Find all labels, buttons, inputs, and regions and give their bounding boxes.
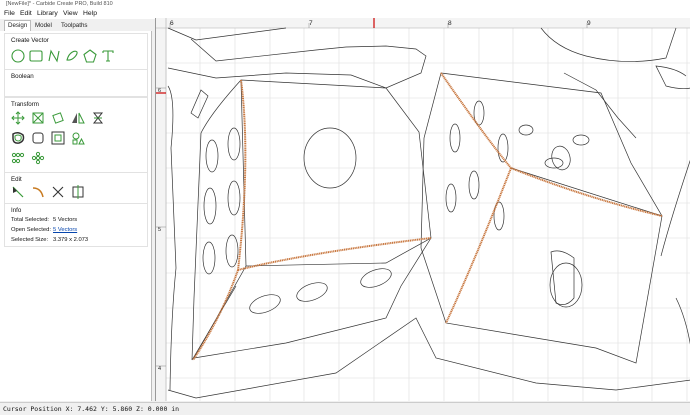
design-canvas[interactable]: 6 7 8 9 6 5 4 [155, 18, 690, 401]
group-icon[interactable] [51, 131, 65, 145]
boolean-section: Boolean [4, 69, 148, 97]
tab-toolpaths[interactable]: Toolpaths [58, 21, 91, 31]
ruler-y-4: 4 [158, 366, 161, 372]
info-total-selected: Total Selected: 5 Vectors [11, 217, 78, 223]
join-icon[interactable] [71, 185, 85, 199]
text-icon[interactable] [101, 49, 115, 63]
design-panel: Create Vector Boolean Transform Edit Inf… [0, 31, 152, 401]
left-ruler [156, 18, 166, 401]
cursor-position: Cursor Position X: 7.462 Y: 5.860 Z: 0.0… [3, 405, 180, 413]
menu-help[interactable]: Help [83, 10, 97, 17]
ruler-x-9: 9 [587, 20, 591, 27]
create-vector-title: Create Vector [11, 37, 49, 44]
rounded-rect-icon[interactable] [31, 131, 45, 145]
ruler-x-8: 8 [448, 20, 452, 27]
curve-icon[interactable] [47, 49, 61, 63]
die-right[interactable] [420, 72, 663, 364]
menu-view[interactable]: View [63, 10, 78, 17]
ruler-x-6: 6 [170, 20, 174, 27]
circle-icon[interactable] [11, 49, 25, 63]
ruler-y-5: 5 [158, 227, 161, 233]
window-title: [NewFile]* - Carbide Create PRO, Build 8… [6, 1, 113, 7]
edit-section: Edit [4, 172, 148, 204]
rectangle-icon[interactable] [29, 49, 43, 63]
mirror-icon[interactable] [71, 111, 85, 125]
info-selected-size: Selected Size: 3.379 x 2.073 [11, 237, 89, 243]
tab-design[interactable]: Design [4, 20, 32, 31]
top-ruler [156, 18, 690, 28]
move-icon[interactable] [11, 111, 25, 125]
align-icon[interactable] [91, 111, 105, 125]
vector-lines[interactable] [167, 27, 690, 399]
info-open-selected: Open Selected: 5 Vectors [11, 227, 78, 233]
menu-file[interactable]: File [4, 10, 15, 17]
menu-library[interactable]: Library [37, 10, 58, 17]
status-bar: Cursor Position X: 7.462 Y: 5.860 Z: 0.0… [0, 402, 690, 415]
edit-title: Edit [11, 176, 22, 183]
boolean-title: Boolean [11, 73, 34, 80]
ruler-x-7: 7 [309, 20, 313, 27]
die-left[interactable] [191, 79, 432, 361]
info-title: Info [11, 207, 22, 214]
info-section: Info Total Selected: 5 Vectors Open Sele… [4, 203, 148, 247]
create-vector-section: Create Vector [4, 33, 148, 70]
tab-model[interactable]: Model [32, 21, 55, 31]
open-selected-link[interactable]: 5 Vectors [53, 227, 77, 233]
rotate-icon[interactable] [51, 111, 65, 125]
node-edit-icon[interactable] [11, 185, 25, 199]
ring-array-icon[interactable] [31, 151, 45, 165]
polygon-icon[interactable] [83, 49, 97, 63]
resize-icon[interactable] [31, 111, 45, 125]
title-bar: [NewFile]* - Carbide Create PRO, Build 8… [0, 0, 690, 9]
ellipse-icon[interactable] [65, 49, 79, 63]
circle-array-icon[interactable] [11, 151, 25, 165]
smooth-icon[interactable] [31, 185, 45, 199]
transform-title: Transform [11, 101, 39, 108]
trim-icon[interactable] [51, 185, 65, 199]
offset-icon[interactable] [11, 131, 25, 145]
menu-edit[interactable]: Edit [20, 10, 32, 17]
shape-tools-icon[interactable] [71, 131, 85, 145]
selected-vectors[interactable] [192, 72, 663, 361]
grid [156, 18, 690, 401]
panel-tabs: Design Model Toolpaths [0, 20, 150, 31]
